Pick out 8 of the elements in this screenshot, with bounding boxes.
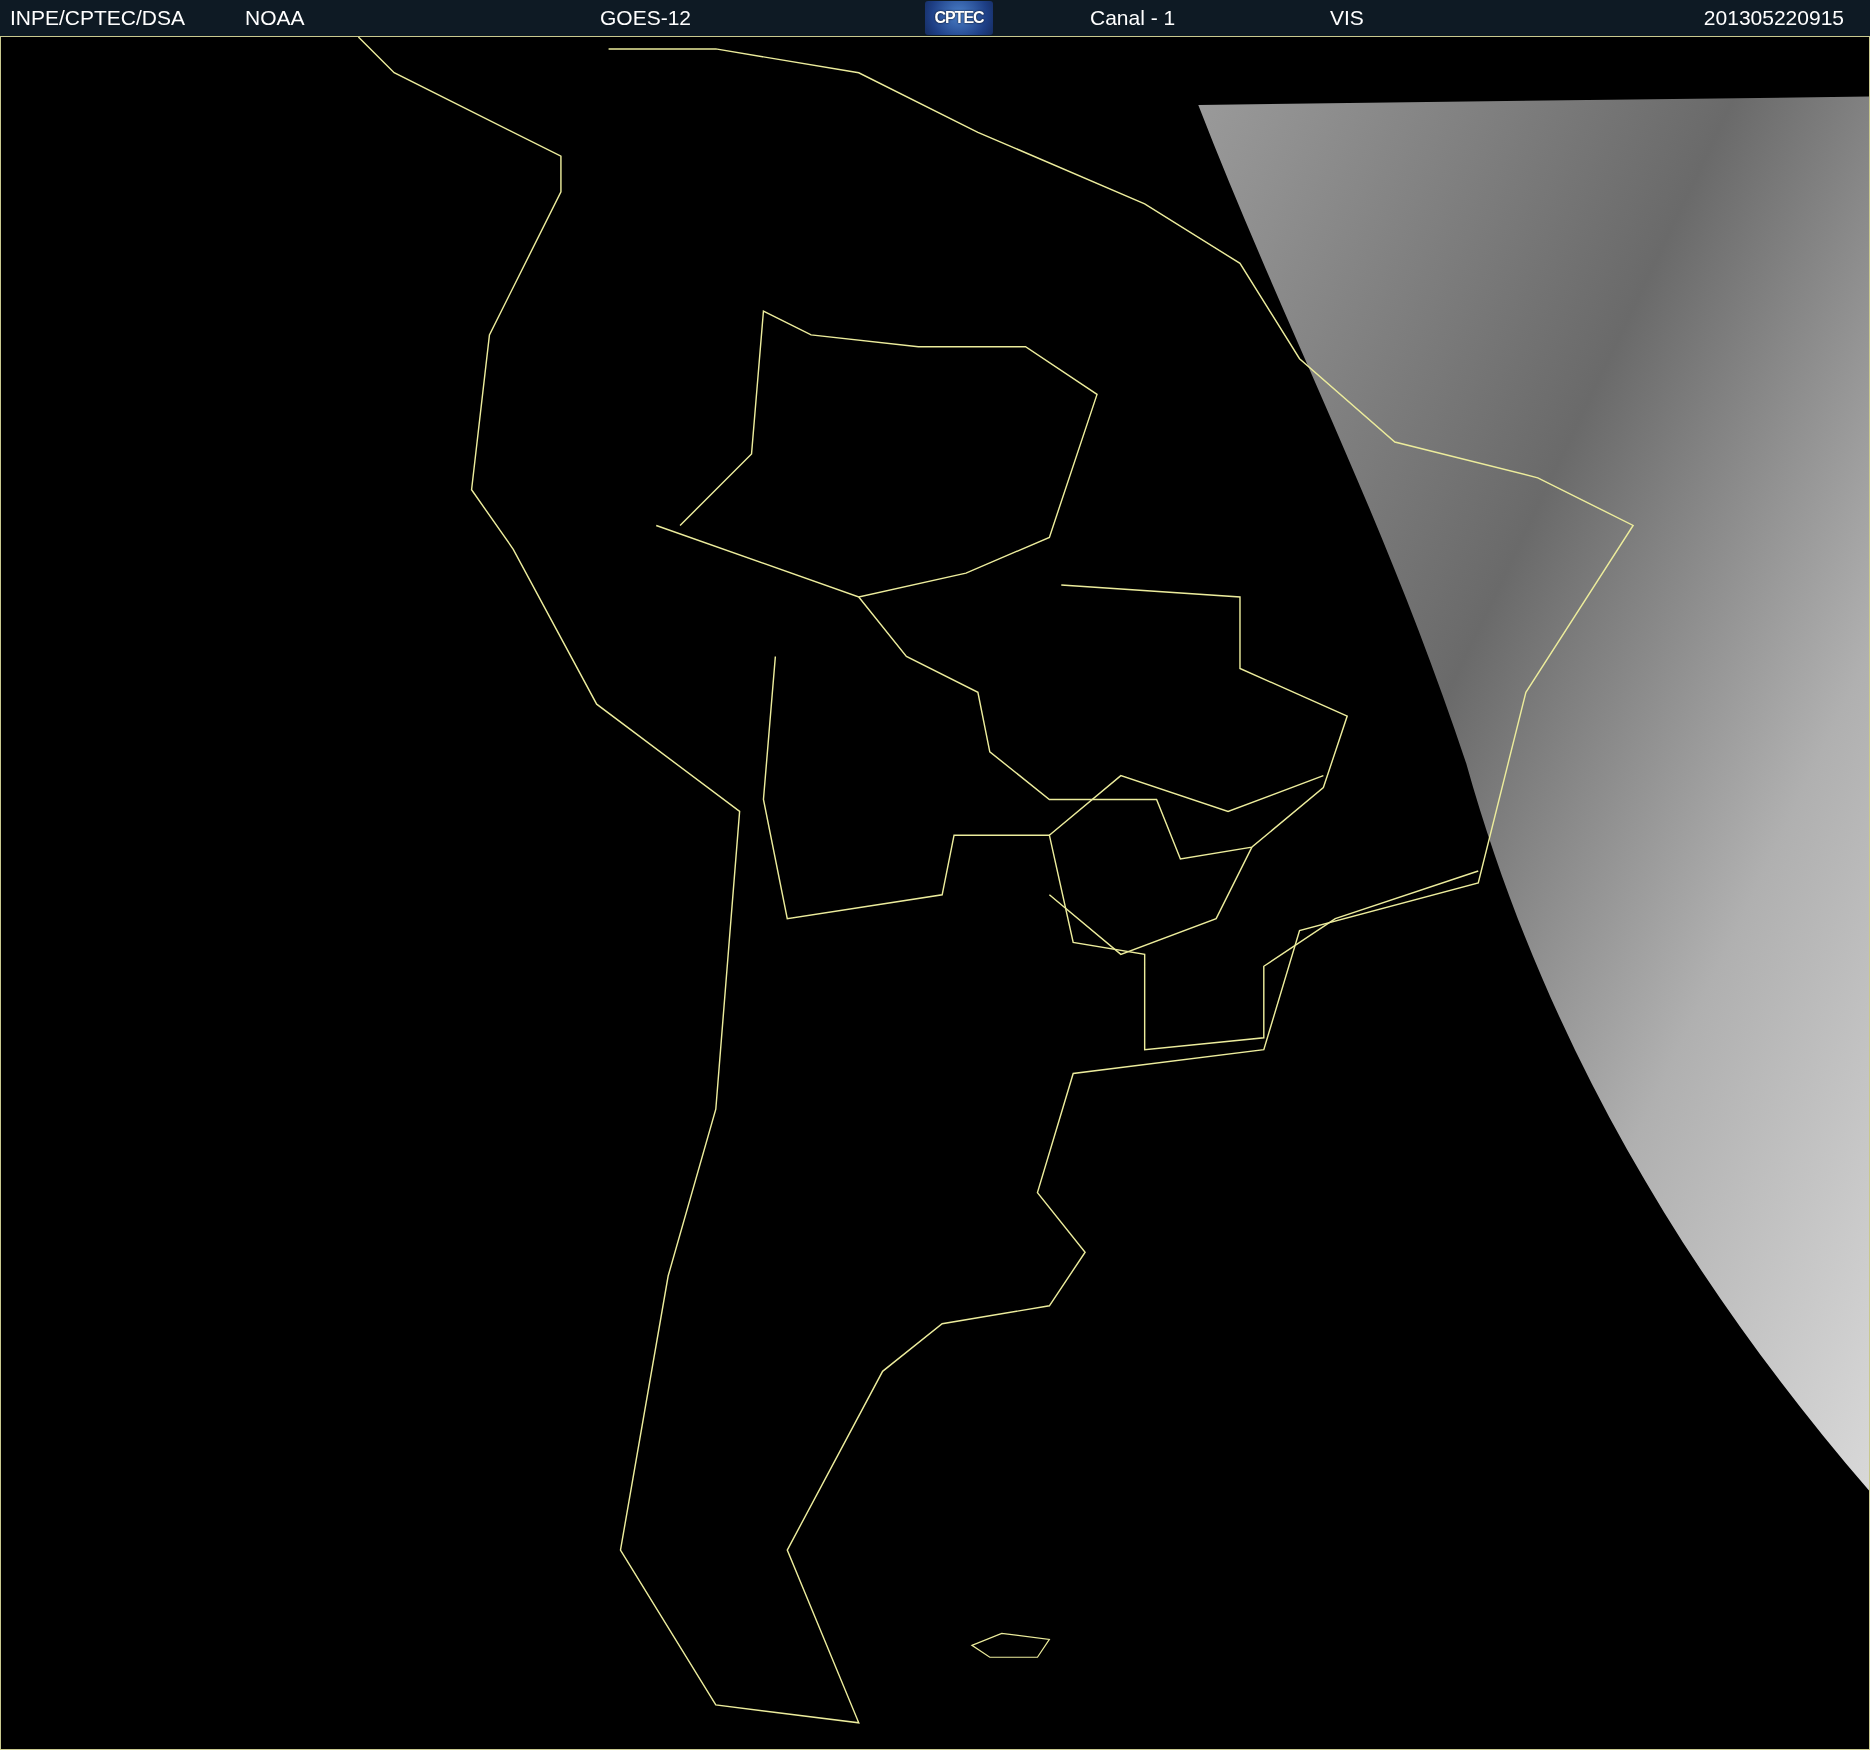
header-label: GOES-12 — [600, 6, 692, 30]
header-label: INPE/CPTEC/DSA — [10, 6, 186, 30]
header-label: NOAA — [245, 6, 305, 30]
island-outline-icon — [970, 1632, 1051, 1658]
header-label: VIS — [1330, 6, 1364, 30]
logo: CPTEC — [925, 1, 993, 35]
header-label: 201305220915 — [1703, 6, 1844, 30]
header-label: Canal - 1 — [1090, 6, 1176, 30]
